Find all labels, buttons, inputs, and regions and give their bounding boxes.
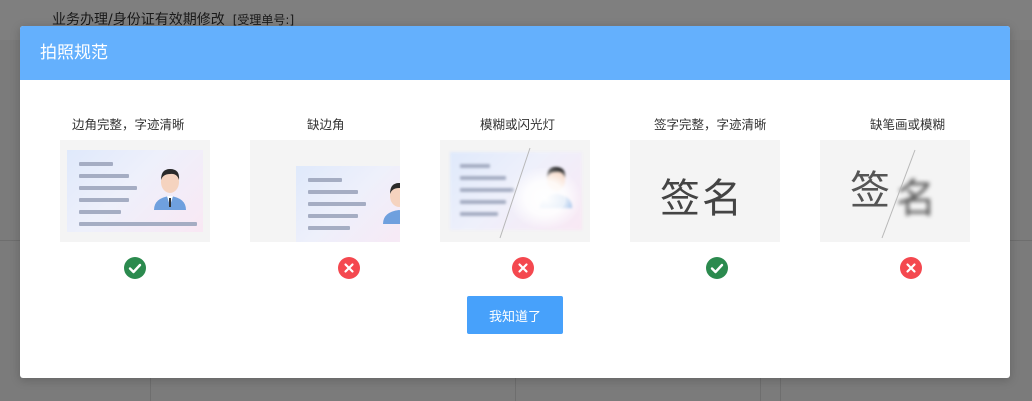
photo-guidelines-dialog: 拍照规范 边角完整，字迹清晰 缺边角 模糊或闪光灯 签字完整，字迹清晰 签名 缺… <box>20 26 1010 378</box>
cross-icon <box>338 257 360 279</box>
card-label: 签字完整，字迹清晰 <box>654 117 767 132</box>
check-icon <box>706 257 728 279</box>
card-label: 模糊或闪光灯 <box>480 117 556 132</box>
cross-icon <box>512 257 534 279</box>
cross-icon <box>900 257 922 279</box>
signature-text: 签名 <box>660 176 744 222</box>
card-label: 缺笔画或模糊 <box>870 117 946 132</box>
got-it-button[interactable]: 我知道了 <box>467 296 563 334</box>
signature-blurry-image: 签 名 <box>820 140 970 242</box>
check-icon <box>124 257 146 279</box>
card-label: 缺边角 <box>307 117 345 132</box>
signature-complete-image: 签名 <box>630 140 780 242</box>
dialog-title: 拍照规范 <box>40 43 108 63</box>
dialog-header: 拍照规范 <box>20 26 1010 80</box>
id-card-missing-corner-image <box>250 140 400 242</box>
card-label: 边角完整，字迹清晰 <box>72 117 185 132</box>
id-card-blurry-image <box>440 140 590 242</box>
id-card-complete-image <box>60 140 210 242</box>
